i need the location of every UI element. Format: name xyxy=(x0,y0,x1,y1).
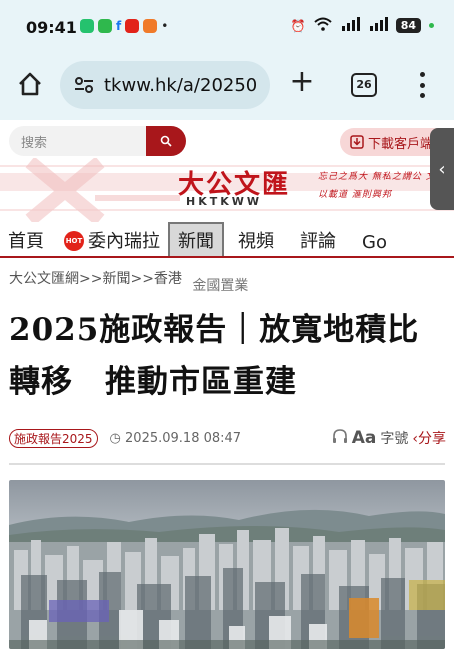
search-input[interactable]: 搜索 xyxy=(21,132,146,151)
nav-item-video[interactable]: 視頻 xyxy=(224,222,282,256)
privacy-dot-icon xyxy=(429,23,434,28)
breadcrumb-path[interactable]: 大公文匯網>>新聞>>香港 xyxy=(9,271,182,287)
article-headline: 2025施政報告｜放寬地積比 轉移 推動市區重建 xyxy=(9,312,420,400)
browser-menu-button[interactable] xyxy=(416,72,428,98)
font-size-button[interactable]: 字號 xyxy=(380,428,408,448)
signal-icon xyxy=(340,17,360,34)
hot-badge: HOT xyxy=(64,231,84,251)
status-right: ⏰ 84 xyxy=(291,17,434,34)
new-tab-button[interactable]: + xyxy=(288,67,316,98)
publish-date: ◷ 2025.09.18 08:47 xyxy=(109,430,242,446)
notification-icons: f • xyxy=(80,19,168,33)
browser-chrome: 09:41 f • ⏰ 84 tkww.hk/a/20250 + 26 xyxy=(0,0,454,120)
main-nav: 首頁 HOT 委內瑞拉 新聞 視頻 評論 Go xyxy=(0,222,454,258)
alarm-icon: ⏰ xyxy=(290,18,306,33)
download-label: 下載客戶端 xyxy=(368,136,434,152)
topic-tag[interactable]: 施政報告2025 xyxy=(9,428,98,448)
app-icon xyxy=(143,19,158,33)
site-header: 搜索 下載客戶端 大公文匯 HKTKWW 忘己之爲大 無私之謂公 文以載道 滙則… xyxy=(0,120,454,224)
url-text: tkww.hk/a/20250 xyxy=(104,74,258,96)
tab-switcher-button[interactable]: 26 xyxy=(351,73,377,97)
section-sponsor-tag[interactable]: 金國置業 xyxy=(192,278,248,294)
side-panel-toggle[interactable]: ‹ xyxy=(430,128,454,210)
address-bar[interactable]: tkww.hk/a/20250 xyxy=(60,61,270,109)
article-tools: Aa 字號 ‹分享 xyxy=(332,428,446,448)
status-time: 09:41 xyxy=(26,18,77,37)
wechat-icon xyxy=(80,19,94,33)
site-logo-sub: HKTKWW xyxy=(186,195,263,208)
battery-level: 84 xyxy=(395,18,421,33)
nav-item-more[interactable]: Go xyxy=(344,222,395,256)
site-settings-icon[interactable] xyxy=(74,76,94,94)
signal-icon-2 xyxy=(368,17,388,34)
site-search[interactable]: 搜索 xyxy=(9,126,186,156)
status-bar: 09:41 f • ⏰ 84 xyxy=(0,0,454,50)
more-dot-icon: • xyxy=(161,19,169,33)
font-size-icon[interactable]: Aa xyxy=(352,428,377,448)
whatsapp-icon xyxy=(98,19,112,33)
search-button[interactable] xyxy=(146,126,186,156)
nav-item-home[interactable]: 首頁 xyxy=(0,222,52,256)
home-button[interactable] xyxy=(16,70,44,98)
nav-item-news[interactable]: 新聞 xyxy=(168,222,224,256)
wifi-icon xyxy=(314,17,332,34)
nav-item-venezuela[interactable]: HOT 委內瑞拉 xyxy=(52,222,168,256)
city-skyline-image xyxy=(9,480,445,649)
search-icon xyxy=(160,135,172,147)
article-photo[interactable] xyxy=(9,480,445,649)
chevron-left-icon: ‹ xyxy=(438,158,446,180)
headphones-icon[interactable] xyxy=(332,428,348,448)
home-icon xyxy=(19,72,41,96)
download-icon xyxy=(350,135,364,149)
clock-icon: ◷ xyxy=(109,430,121,446)
article-meta: 施政報告2025 ◷ 2025.09.18 08:47 Aa 字號 ‹分享 xyxy=(9,426,446,450)
news-app-icon xyxy=(125,19,140,33)
breadcrumb: 大公文匯網>>新聞>>香港 金國置業 xyxy=(9,268,248,294)
site-motto: 忘己之爲大 無私之謂公 文以載道 滙則興邦 xyxy=(318,172,436,200)
nav-item-commentary[interactable]: 評論 xyxy=(282,222,344,256)
facebook-icon: f xyxy=(116,19,122,33)
divider xyxy=(9,463,445,465)
browser-toolbar: tkww.hk/a/20250 + 26 xyxy=(0,56,454,114)
share-button[interactable]: ‹分享 xyxy=(412,428,446,448)
